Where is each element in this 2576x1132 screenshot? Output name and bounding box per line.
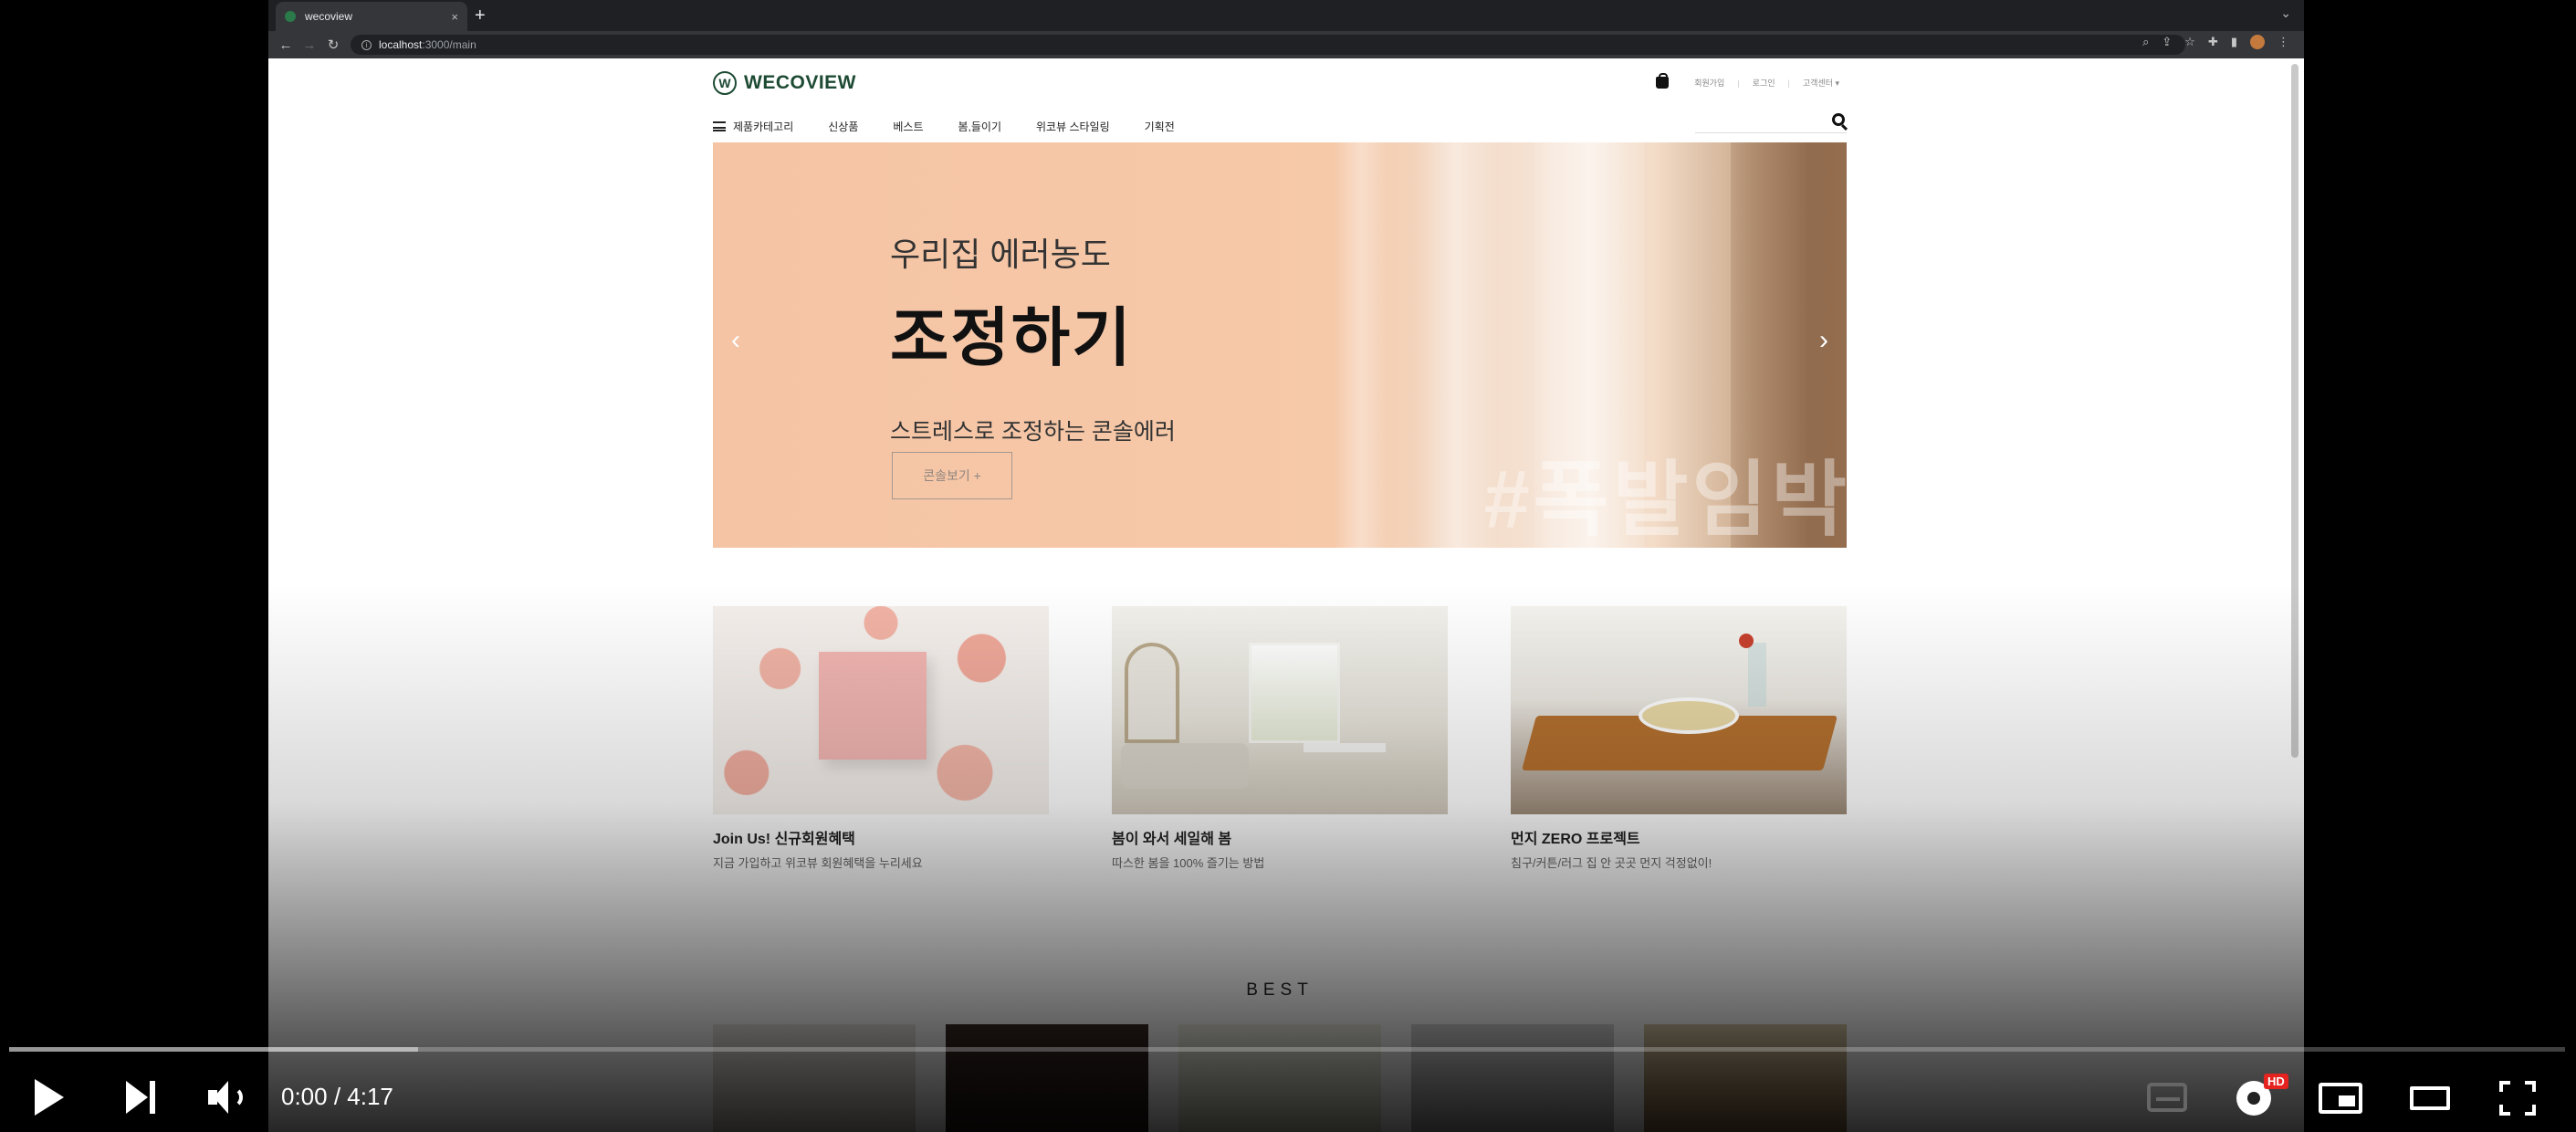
promo-title: 먼지 ZERO 프로젝트 <box>1511 832 1640 847</box>
sidepanel-icon[interactable]: ▮ <box>2231 35 2237 49</box>
hd-badge: HD <box>2264 1074 2288 1089</box>
search-icon[interactable] <box>1832 113 1845 126</box>
nav-item-new[interactable]: 신상품 <box>828 119 858 134</box>
search-input[interactable] <box>1695 111 1847 133</box>
page-scrollbar[interactable] <box>2291 64 2299 758</box>
category-label: 제품카테고리 <box>733 121 794 133</box>
logo-text: WECOVIEW <box>744 72 856 93</box>
profile-avatar[interactable] <box>2250 35 2265 49</box>
logo-mark-icon: W <box>713 71 737 95</box>
progress-bar[interactable] <box>9 1047 2565 1052</box>
new-tab-button[interactable]: + <box>475 4 486 27</box>
fullscreen-icon[interactable] <box>2499 1081 2536 1116</box>
reload-icon[interactable]: ↻ <box>321 37 345 53</box>
hero-subtitle: 우리집 에러농도 <box>890 236 1111 273</box>
promo-card[interactable]: 먼지 ZERO 프로젝트 침구/커튼/러그 집 안 곳곳 먼지 걱정없이! <box>1511 606 1847 871</box>
browser-window: wecoview × + ⌄ ← → ↻ i localhost :3000/m… <box>268 0 2304 1132</box>
tab-strip: wecoview × + ⌄ <box>268 0 2304 31</box>
site-header: W WECOVIEW 회원가입 | 로그인 | 고객센터 ▾ 제품카테고리 신상… <box>713 69 1847 153</box>
hero-title: 조정하기 <box>890 302 1133 373</box>
video-player[interactable]: wecoview × + ⌄ ← → ↻ i localhost :3000/m… <box>0 0 2576 1132</box>
divider: | <box>1737 78 1740 88</box>
promo-image <box>1511 606 1847 814</box>
zoom-icon[interactable]: ⌕ <box>2142 35 2149 49</box>
carousel-next-icon[interactable]: › <box>1819 325 1828 356</box>
time-display: 0:00 / 4:17 <box>281 1083 393 1110</box>
forward-icon[interactable]: → <box>298 37 321 53</box>
browser-toolbar: ← → ↻ i localhost :3000/main ⌕ ⇪ ☆ ✚ ▮ ⋮ <box>268 31 2304 58</box>
extensions-icon[interactable]: ✚ <box>2208 35 2218 49</box>
web-page: W WECOVIEW 회원가입 | 로그인 | 고객센터 ▾ 제품카테고리 신상… <box>268 58 2304 1132</box>
nav-item-best[interactable]: 베스트 <box>893 119 923 134</box>
promo-title: 봄이 와서 세일해 봄 <box>1112 832 1232 847</box>
promo-image <box>1112 606 1448 814</box>
promo-card[interactable]: Join Us! 신규회원혜택 지금 가입하고 위코뷰 회원혜택을 누리세요 <box>713 606 1049 871</box>
site-logo[interactable]: W WECOVIEW <box>713 71 856 95</box>
tab-close-icon[interactable]: × <box>451 10 458 24</box>
nav-item-styling[interactable]: 위코뷰 스타일링 <box>1036 119 1110 134</box>
hero-cta-button[interactable]: 콘솔보기 + <box>892 452 1012 499</box>
site-info-icon[interactable]: i <box>361 39 372 50</box>
hamburger-icon <box>713 121 726 131</box>
url-path: :3000/main <box>422 38 476 51</box>
best-section-title: BEST <box>1246 980 1314 1000</box>
promo-description: 지금 가입하고 위코뷰 회원혜택을 누리세요 <box>713 856 923 870</box>
curtain-image <box>1334 142 1388 548</box>
promo-title: Join Us! 신규회원혜택 <box>713 832 855 847</box>
support-link[interactable]: 고객센터 ▾ <box>1803 77 1839 89</box>
next-icon[interactable] <box>126 1081 157 1114</box>
play-icon[interactable] <box>35 1079 64 1116</box>
tab-search-icon[interactable]: ⌄ <box>2280 5 2291 21</box>
hero-description: 스트레스로 조정하는 콘솔에러 <box>890 419 1176 445</box>
tab-title: wecoview <box>305 10 353 23</box>
theater-mode-icon[interactable] <box>2410 1086 2450 1110</box>
promo-description: 따스한 봄을 100% 즐기는 방법 <box>1112 856 1265 870</box>
main-nav: 제품카테고리 신상품 베스트 봄,들이기 위코뷰 스타일링 기획전 <box>713 119 1175 134</box>
progress-loaded <box>9 1047 418 1052</box>
back-icon[interactable]: ← <box>274 37 298 53</box>
category-menu-button[interactable]: 제품카테고리 <box>713 119 793 134</box>
miniplayer-icon[interactable] <box>2319 1083 2362 1114</box>
address-bar[interactable]: i localhost :3000/main <box>351 35 2185 55</box>
subtitles-icon[interactable] <box>2147 1083 2187 1112</box>
nav-item-spring[interactable]: 봄,들이기 <box>958 119 1002 134</box>
promo-description: 침구/커튼/러그 집 안 곳곳 먼지 걱정없이! <box>1511 856 1712 870</box>
promo-card[interactable]: 봄이 와서 세일해 봄 따스한 봄을 100% 즐기는 방법 <box>1112 606 1448 871</box>
player-controls: 0:00 / 4:17 <box>0 1068 2576 1127</box>
star-icon[interactable]: ☆ <box>2184 35 2195 49</box>
url-host: localhost <box>379 38 423 51</box>
browser-tab[interactable]: wecoview × <box>276 2 467 31</box>
hero-banner[interactable]: 우리집 에러농도 조정하기 스트레스로 조정하는 콘솔에러 콘솔보기 + ‹ ›… <box>713 142 1847 548</box>
carousel-prev-icon[interactable]: ‹ <box>731 325 740 356</box>
shopping-bag-icon[interactable] <box>1656 73 1670 89</box>
join-link[interactable]: 회원가입 <box>1694 77 1724 89</box>
promo-image <box>713 606 1049 814</box>
hero-copy: 우리집 에러농도 조정하기 스트레스로 조정하는 콘솔에러 <box>890 228 1176 446</box>
menu-icon[interactable]: ⋮ <box>2278 35 2289 49</box>
hero-hashtag: #폭발임박 <box>1483 455 1847 546</box>
nav-item-exhibition[interactable]: 기획전 <box>1145 119 1175 134</box>
utility-menu: 회원가입 | 로그인 | 고객센터 ▾ <box>1656 73 1839 89</box>
divider: | <box>1787 78 1790 88</box>
favicon-icon <box>285 11 296 22</box>
volume-icon[interactable] <box>208 1081 246 1114</box>
share-icon[interactable]: ⇪ <box>2162 35 2172 49</box>
login-link[interactable]: 로그인 <box>1753 77 1775 89</box>
